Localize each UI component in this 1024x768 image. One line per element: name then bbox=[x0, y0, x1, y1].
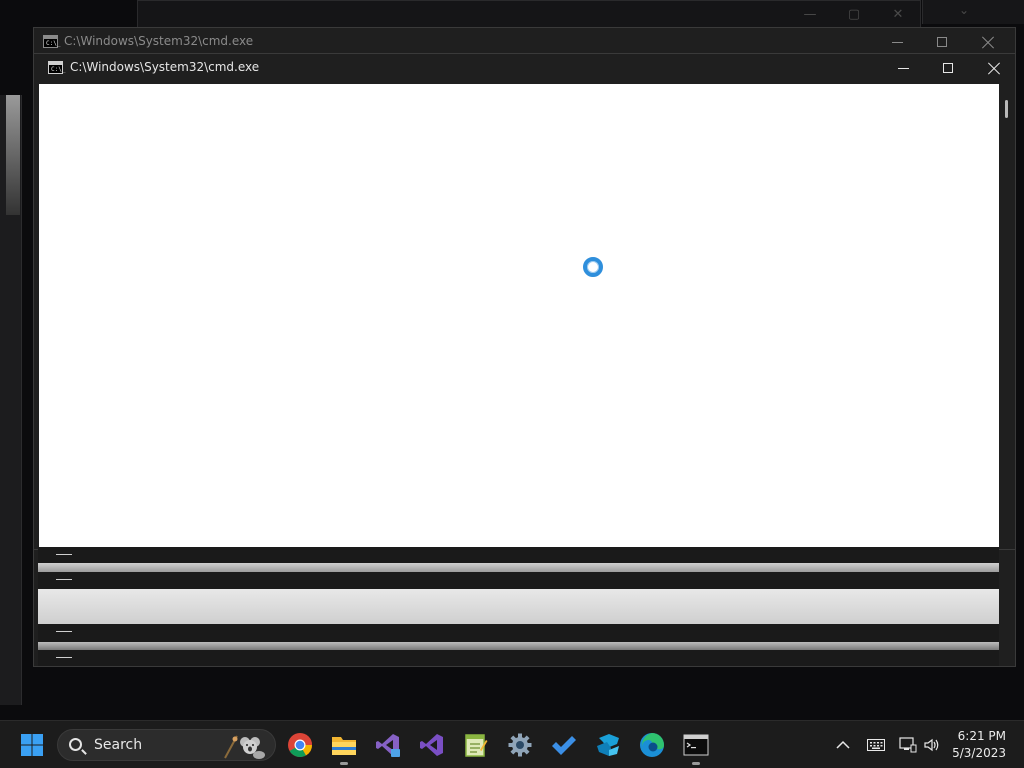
search-label: Search bbox=[94, 737, 143, 753]
maximize-button[interactable] bbox=[925, 54, 971, 82]
chrome-icon bbox=[288, 733, 312, 758]
background-window-corner: ⌄ bbox=[922, 0, 1024, 24]
minimize-icon bbox=[897, 67, 909, 69]
minimize-icon[interactable]: — bbox=[802, 7, 818, 23]
keyboard-icon bbox=[867, 739, 885, 751]
visual-studio-preview-icon bbox=[376, 734, 400, 757]
ghost-frame bbox=[38, 572, 999, 589]
search-box[interactable]: Search bbox=[57, 729, 276, 761]
chevron-down-icon[interactable]: ⌄ bbox=[959, 3, 969, 17]
maximize-icon[interactable]: ▢ bbox=[846, 7, 862, 23]
koala-icon[interactable] bbox=[223, 732, 267, 760]
close-button[interactable] bbox=[971, 54, 1017, 82]
loading-spinner-icon bbox=[583, 257, 603, 277]
ghost-frame bbox=[38, 650, 999, 666]
maximize-icon bbox=[943, 63, 953, 73]
close-icon bbox=[982, 36, 994, 48]
background-window-edge bbox=[0, 95, 22, 705]
chevron-up-icon bbox=[836, 740, 850, 749]
window-title: C:\Windows\System32\cmd.exe bbox=[70, 60, 260, 74]
taskbar-app-todo[interactable] bbox=[544, 725, 584, 765]
desktop: — ▢ ✕ ⌄ C:\_ C:\Windows\System32\cmd.exe… bbox=[0, 0, 1024, 720]
folder-icon bbox=[332, 737, 356, 755]
close-icon bbox=[988, 62, 1000, 74]
tray-overflow-button[interactable] bbox=[824, 725, 862, 765]
taskbar-app-file-explorer[interactable] bbox=[324, 725, 364, 765]
edge-icon bbox=[640, 733, 664, 757]
visual-studio-icon bbox=[420, 734, 443, 756]
taskbar-clock[interactable]: 6:21 PM 5/3/2023 bbox=[936, 728, 1006, 762]
maximize-button[interactable] bbox=[919, 28, 965, 56]
close-icon[interactable]: ✕ bbox=[890, 7, 906, 23]
console-client-area[interactable] bbox=[39, 84, 999, 547]
tray-keyboard-button[interactable] bbox=[858, 725, 894, 765]
running-indicator bbox=[340, 762, 348, 765]
search-icon bbox=[69, 738, 82, 751]
running-indicator bbox=[692, 762, 700, 765]
ghost-frame-strip bbox=[38, 642, 999, 650]
cmd-window-foreground[interactable]: C:\_ C:\Windows\System32\cmd.exe bbox=[33, 53, 1016, 550]
maximize-icon bbox=[937, 37, 947, 47]
close-button[interactable] bbox=[965, 28, 1011, 56]
scrollbar-thumb[interactable] bbox=[1005, 100, 1008, 118]
gear-icon bbox=[508, 733, 532, 757]
ghost-frame bbox=[38, 547, 999, 563]
notepad-icon bbox=[465, 734, 488, 757]
titlebar[interactable]: C:\_ C:\Windows\System32\cmd.exe bbox=[34, 54, 1015, 82]
window-title: C:\Windows\System32\cmd.exe bbox=[64, 34, 254, 48]
taskbar: Search 6:21 PM 5/3/2023 bbox=[0, 720, 1024, 768]
taskbar-app-visual-studio-preview[interactable] bbox=[368, 725, 408, 765]
minimize-icon bbox=[891, 41, 903, 43]
minimize-icon bbox=[56, 631, 72, 632]
azure-data-studio-icon bbox=[597, 734, 619, 756]
taskbar-app-settings[interactable] bbox=[500, 725, 540, 765]
ghost-frame-strip bbox=[38, 589, 999, 624]
clock-time: 6:21 PM bbox=[957, 729, 1006, 743]
taskbar-app-visual-studio[interactable] bbox=[412, 725, 452, 765]
background-window-titlebar[interactable]: — ▢ ✕ bbox=[137, 0, 921, 30]
taskbar-app-edge[interactable] bbox=[632, 725, 672, 765]
ghost-frame bbox=[38, 624, 999, 642]
cmd-icon: C:\_ bbox=[48, 61, 65, 74]
start-button[interactable] bbox=[12, 725, 52, 765]
minimize-icon bbox=[56, 657, 72, 658]
clock-date: 5/3/2023 bbox=[952, 746, 1006, 760]
minimize-icon bbox=[56, 554, 72, 555]
windows-start-icon bbox=[21, 734, 43, 756]
taskbar-app-command-prompt[interactable] bbox=[676, 725, 716, 765]
cmd-icon bbox=[683, 734, 709, 756]
taskbar-app-azure-data-studio[interactable] bbox=[588, 725, 628, 765]
taskbar-app-notepad[interactable] bbox=[456, 725, 496, 765]
minimize-button[interactable] bbox=[874, 28, 920, 56]
cmd-icon: C:\_ bbox=[43, 35, 60, 48]
minimize-button[interactable] bbox=[880, 54, 926, 82]
checkmark-icon bbox=[552, 736, 576, 755]
taskbar-app-chrome[interactable] bbox=[280, 725, 320, 765]
ghost-frame-strip bbox=[38, 563, 999, 572]
minimize-icon bbox=[56, 579, 72, 580]
titlebar[interactable]: C:\_ C:\Windows\System32\cmd.exe bbox=[34, 28, 1015, 56]
